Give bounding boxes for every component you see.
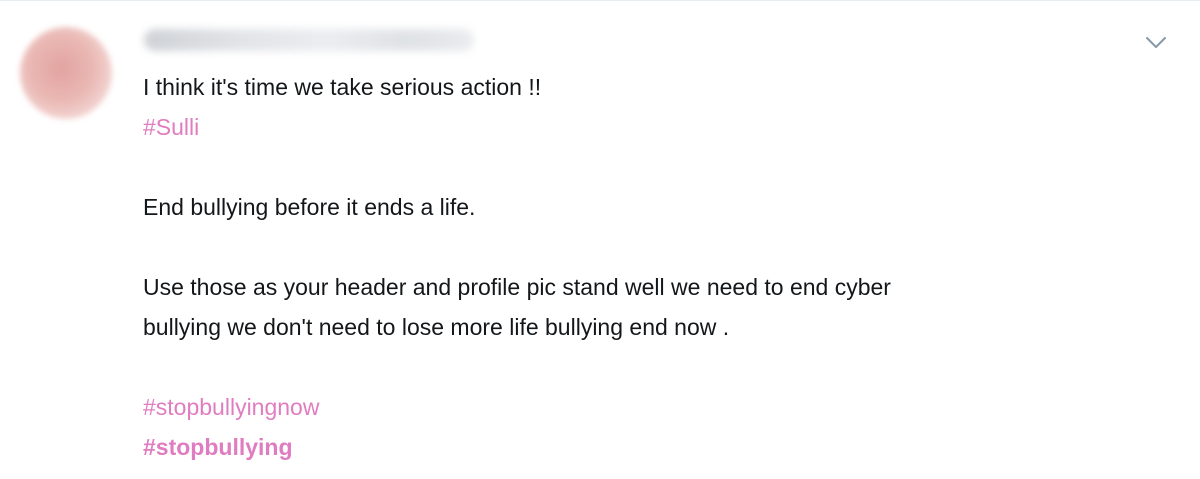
avatar[interactable] — [20, 27, 112, 119]
tweet-menu-button[interactable] — [1142, 29, 1170, 57]
tweet-text: I think it's time we take serious action… — [143, 67, 1103, 467]
hashtag-stopbullyingnow[interactable]: #stopbullyingnow — [143, 387, 319, 427]
username-blurred — [144, 29, 474, 51]
chevron-down-icon — [1145, 36, 1167, 50]
tweet-card[interactable]: I think it's time we take serious action… — [0, 0, 1200, 479]
tweet-line-2: End bullying before it ends a life. — [143, 194, 476, 220]
tweet-line-3b: bullying we don't need to lose more life… — [143, 314, 730, 340]
tweet-line-1: I think it's time we take serious action… — [143, 74, 542, 100]
hashtag-stopbullying[interactable]: #stopbullying — [143, 427, 293, 467]
hashtag-sulli[interactable]: #Sulli — [143, 107, 199, 147]
tweet-line-3a: Use those as your header and profile pic… — [143, 274, 891, 300]
